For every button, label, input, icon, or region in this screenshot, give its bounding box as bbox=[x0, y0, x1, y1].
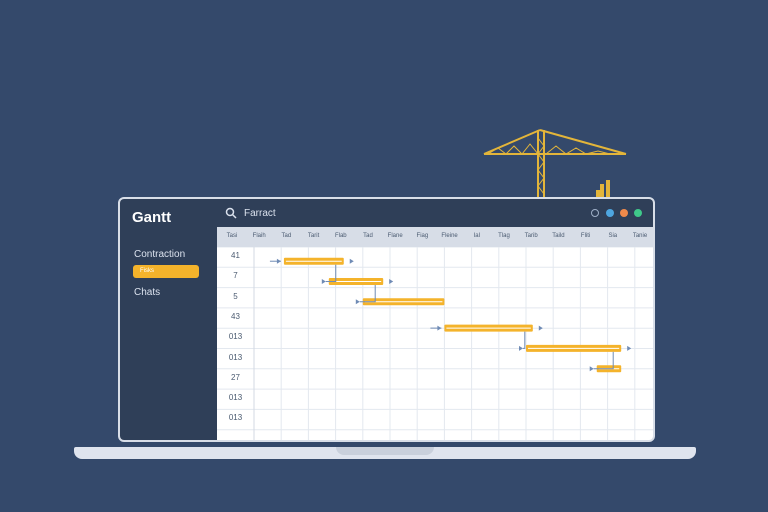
timeline-header-cell: Fleine bbox=[441, 233, 458, 239]
timeline-header-cell: Fiag bbox=[416, 233, 429, 239]
row-label: 43 bbox=[231, 311, 240, 321]
timeline-header-cell: Fliti bbox=[580, 233, 591, 239]
settings-icon[interactable] bbox=[591, 209, 599, 217]
timeline-header-cell: Tasi bbox=[226, 233, 238, 239]
sidebar-item-contraction[interactable]: Contraction bbox=[134, 249, 185, 260]
row-label: 013 bbox=[228, 393, 243, 403]
timeline-header-cell: Tad bbox=[281, 233, 292, 239]
sidebar-item-fisks[interactable]: Fisks bbox=[133, 265, 199, 278]
search-input[interactable]: Farract bbox=[244, 208, 276, 219]
top-bar: Farract bbox=[217, 199, 653, 227]
timeline-header-cell: Tlag bbox=[498, 233, 510, 239]
arrow-head bbox=[589, 366, 594, 372]
status-green-icon[interactable] bbox=[634, 209, 642, 217]
arrow-head bbox=[349, 258, 354, 264]
sidebar-item-chats[interactable]: Chats bbox=[134, 287, 160, 298]
timeline-header-cell: Flab bbox=[334, 233, 347, 239]
laptop-notch bbox=[336, 447, 434, 455]
arrow-head bbox=[538, 325, 543, 331]
arrow-head bbox=[519, 345, 523, 351]
status-orange-icon[interactable] bbox=[620, 209, 628, 217]
row-label: 41 bbox=[231, 251, 240, 260]
timeline-header-cell: Tanie bbox=[632, 233, 648, 239]
sidebar: Gantt Contraction Fisks Chats bbox=[120, 199, 217, 440]
timeline-header-cell: Tarit bbox=[307, 233, 320, 239]
arrow-head bbox=[437, 325, 442, 331]
row-labels: 41 7 5 43 013 013 27 013 013 bbox=[217, 247, 254, 440]
timeline-header-cell: Taild bbox=[552, 233, 565, 239]
crane-illustration bbox=[483, 129, 627, 198]
row-label: 27 bbox=[231, 372, 240, 382]
sidebar-item-label: Fisks bbox=[140, 268, 154, 274]
arrow-head bbox=[627, 345, 632, 351]
timeline-header-cell: Sia bbox=[608, 233, 618, 239]
timeline-header: Tasi Flaih Tad Tarit Flab Tad Flane Fiag Fleine I… bbox=[217, 227, 653, 247]
arrow-head bbox=[321, 279, 326, 285]
arrow-head bbox=[276, 258, 281, 264]
row-label: 013 bbox=[228, 332, 243, 342]
app-brand: Gantt bbox=[132, 209, 172, 226]
timeline-header-cell: Flaih bbox=[252, 233, 266, 239]
status-blue-icon[interactable] bbox=[606, 209, 614, 217]
row-label: 013 bbox=[228, 413, 243, 423]
arrow-head bbox=[355, 299, 360, 305]
timeline-header-cell: Tarib bbox=[524, 233, 538, 239]
app-window: Gantt Contraction Fisks Chats Farract Ta… bbox=[118, 197, 655, 442]
row-label: 7 bbox=[233, 271, 238, 281]
timeline-header-cell: Ial bbox=[473, 233, 480, 239]
timeline-header-cell: Tad bbox=[363, 233, 373, 239]
row-label: 5 bbox=[233, 291, 238, 301]
dependency-line bbox=[523, 331, 526, 349]
gantt-chart bbox=[217, 247, 653, 440]
arrow-head bbox=[389, 279, 394, 285]
row-label: 013 bbox=[228, 352, 243, 362]
search-icon[interactable] bbox=[225, 207, 237, 219]
timeline-header-cell: Flane bbox=[387, 233, 403, 239]
